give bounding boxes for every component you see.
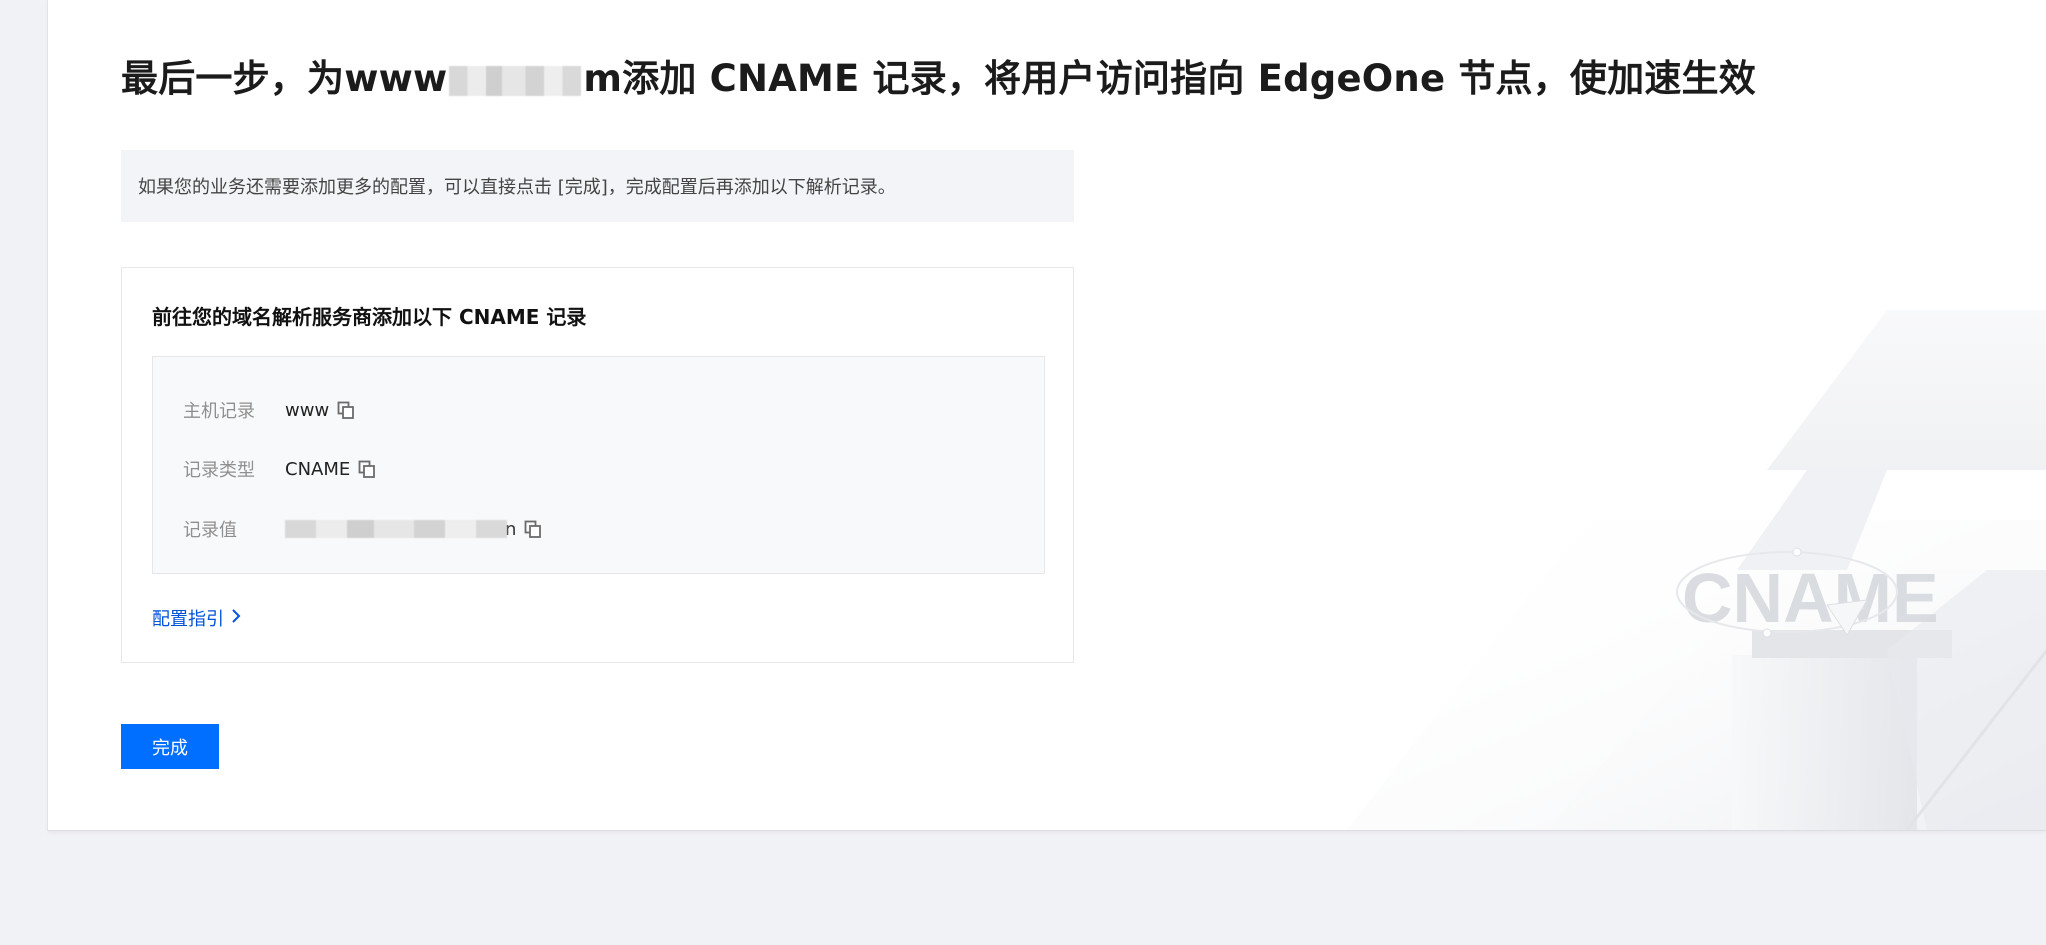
- host-record-label: 主机记录: [183, 401, 255, 422]
- record-value-row: 记录值 n: [183, 516, 542, 542]
- page-title: 最后一步，为www m添加 CNAME 记录，将用户访问指向 EdgeOne 节点…: [121, 48, 1756, 102]
- record-type-label: 记录类型: [183, 460, 255, 481]
- record-value-label: 记录值: [183, 520, 237, 541]
- cname-illustration-text: CNAME: [1682, 559, 1939, 637]
- record-type-row: 记录类型 CNAME: [183, 456, 376, 482]
- page-title-start: 最后一步，为www: [121, 57, 448, 100]
- chevron-right-icon: [230, 608, 242, 629]
- copy-icon[interactable]: [524, 520, 542, 538]
- copy-icon[interactable]: [358, 460, 376, 478]
- host-record-row: 主机记录 www: [183, 397, 355, 423]
- config-guide-link[interactable]: 配置指引: [152, 605, 242, 631]
- page-title-end: m添加 CNAME 记录，将用户访问指向 EdgeOne 节点，使加速生效: [583, 57, 1756, 100]
- notice-banner: 如果您的业务还需要添加更多的配置，可以直接点击 [完成]，完成配置后再添加以下解…: [121, 150, 1074, 222]
- copy-icon[interactable]: [337, 401, 355, 419]
- cname-record-panel: 前往您的域名解析服务商添加以下 CNAME 记录 主机记录 www 记录类型 C…: [121, 267, 1074, 663]
- record-details: 主机记录 www 记录类型 CNAME 记录值 n: [152, 356, 1045, 574]
- config-guide-label[interactable]: 配置指引: [152, 605, 224, 631]
- panel-title: 前往您的域名解析服务商添加以下 CNAME 记录: [152, 305, 587, 329]
- redacted-record-value: [285, 520, 507, 538]
- redacted-domain: [449, 65, 582, 96]
- record-type-value: CNAME: [285, 458, 351, 480]
- main-card: CNAME 最后一步，为www m添加 CNAME 记录，将用户访问指向 Edge…: [47, 0, 2046, 831]
- notice-text: 如果您的业务还需要添加更多的配置，可以直接点击 [完成]，完成配置后再添加以下解…: [138, 177, 896, 198]
- done-button[interactable]: 完成: [121, 724, 219, 769]
- cname-illustration: CNAME: [1347, 310, 2046, 830]
- host-record-value: www: [285, 399, 330, 421]
